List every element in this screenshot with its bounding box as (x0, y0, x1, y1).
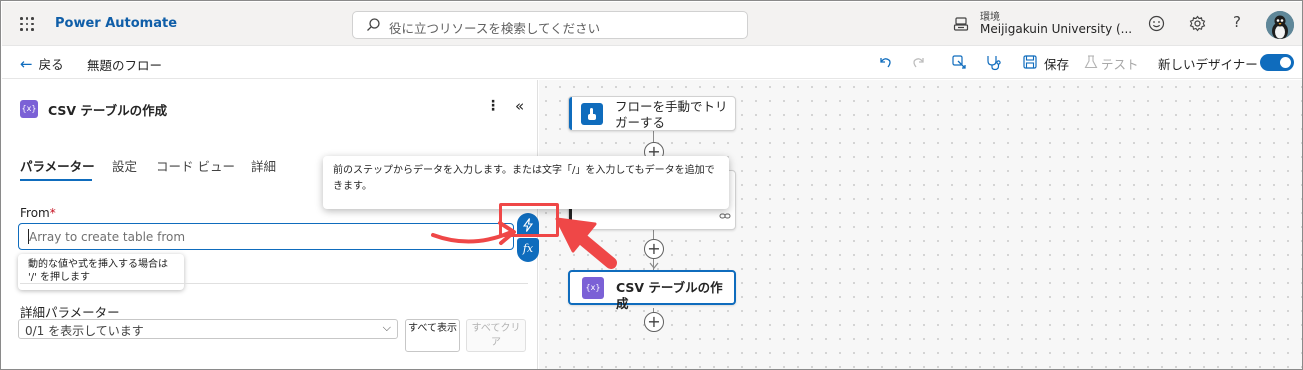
save-button[interactable]: 保存 (1044, 54, 1069, 73)
undo-icon[interactable] (877, 54, 893, 70)
annotation-highlight-box (499, 203, 559, 237)
avatar[interactable] (1266, 11, 1294, 39)
from-placeholder: Array to create table from (29, 230, 186, 244)
advanced-parameters-select[interactable]: 0/1 を表示しています ⌵ (18, 319, 398, 339)
tab-code-view[interactable]: コード ビュー (156, 156, 235, 175)
collapse-panel-icon[interactable]: « (515, 97, 524, 115)
from-field-label: From* (20, 206, 56, 220)
copilot-flow-checker-icon[interactable] (951, 54, 968, 71)
clear-all-label: すべてクリア (471, 323, 521, 348)
variable-icon: {x} (582, 277, 604, 299)
flow-canvas[interactable]: フローを手動でトリガーする + + {x} CSV テーブルの作成 + (539, 80, 1302, 369)
from-label-text: From (20, 206, 50, 220)
environment-name[interactable]: Meijigakuin University (... (980, 22, 1132, 36)
tab-details[interactable]: 詳細 (251, 156, 276, 175)
dynamic-content-tooltip: 前のステップからデータを入力します。または文字「/」を入力してもデータを追加でき… (323, 156, 729, 209)
arrow-down-icon (649, 262, 659, 269)
beaker-icon[interactable] (1084, 55, 1098, 69)
from-input[interactable]: Array to create table from (18, 223, 514, 250)
expression-button[interactable]: fx (517, 238, 539, 262)
new-designer-toggle[interactable] (1260, 54, 1294, 71)
node-accent-bar (569, 97, 572, 130)
hand-touch-icon (581, 103, 603, 125)
tab-parameters[interactable]: パラメーター (20, 156, 95, 175)
app-window: Power Automate 役に立つリソースを検索してください 環境 Meij… (0, 0, 1303, 370)
panel-title[interactable]: CSV テーブルの作成 (48, 100, 167, 119)
search-placeholder: 役に立つリソースを検索してください (389, 21, 601, 36)
stethoscope-icon[interactable] (985, 54, 1002, 71)
back-label: 戻る (38, 57, 64, 72)
advanced-select-value: 0/1 を表示しています (25, 324, 144, 338)
redo-icon[interactable] (911, 54, 927, 70)
active-tab-indicator (20, 179, 92, 181)
more-options-icon[interactable]: ⋮ (486, 98, 500, 114)
arrow-left-icon: ← (20, 55, 33, 73)
show-all-button[interactable]: すべて表示 (405, 319, 460, 352)
save-icon[interactable] (1023, 55, 1037, 69)
back-button[interactable]: ← 戻る (20, 54, 64, 73)
environment-label: 環境 (980, 12, 1000, 23)
tab-settings[interactable]: 設定 (112, 156, 137, 175)
app-launcher-icon[interactable] (20, 17, 34, 31)
help-icon[interactable]: ? (1233, 13, 1241, 31)
new-designer-label: 新しいデザイナー (1158, 57, 1258, 72)
environment-icon[interactable] (953, 16, 969, 32)
search-box[interactable]: 役に立つリソースを検索してください (352, 11, 748, 39)
flow-node-create-csv[interactable]: {x} CSV テーブルの作成 (568, 270, 736, 311)
app-title[interactable]: Power Automate (55, 16, 177, 31)
slash-hint-tooltip: 動的な値や式を挿入する場合は '/' を押します (18, 254, 184, 290)
action-config-panel: {x} CSV テーブルの作成 ⋮ « パラメーター 設定 コード ビュー 詳細… (2, 80, 539, 369)
top-bar: Power Automate 役に立つリソースを検索してください 環境 Meij… (2, 2, 1302, 46)
clear-all-button[interactable]: すべてクリア (466, 319, 526, 352)
add-step-plus-icon[interactable]: + (644, 239, 664, 259)
node-label: フローを手動でトリガーする (615, 99, 728, 130)
test-button[interactable]: テスト (1101, 54, 1139, 73)
divider (20, 283, 528, 284)
variable-icon: {x} (20, 100, 38, 118)
command-bar: ← 戻る 無題のフロー 保存 テスト 新しいデザイナー (2, 46, 1302, 79)
show-all-label: すべて表示 (408, 323, 457, 334)
search-icon (367, 18, 380, 31)
required-mark: * (49, 206, 56, 220)
node-label: CSV テーブルの作成 (616, 280, 723, 311)
flow-name[interactable]: 無題のフロー (87, 55, 162, 74)
flow-node-trigger[interactable]: フローを手動でトリガーする (568, 96, 736, 131)
smiley-feedback-icon[interactable] (1148, 15, 1165, 32)
gear-icon[interactable] (1189, 15, 1206, 32)
link-icon (719, 213, 731, 219)
chevron-down-icon: ⌵ (382, 321, 391, 334)
add-step-plus-icon[interactable]: + (644, 312, 664, 332)
